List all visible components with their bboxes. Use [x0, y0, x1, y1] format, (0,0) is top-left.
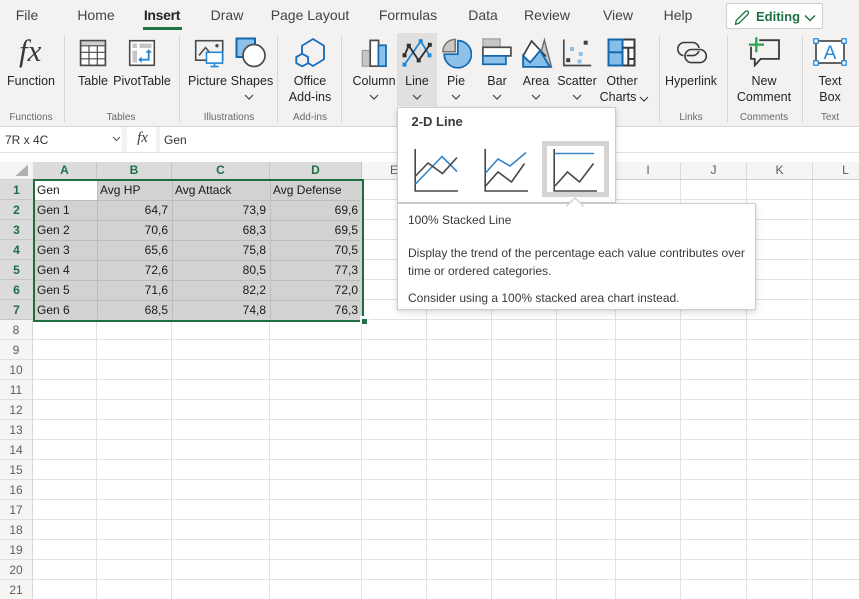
svg-text:A: A [824, 43, 837, 64]
